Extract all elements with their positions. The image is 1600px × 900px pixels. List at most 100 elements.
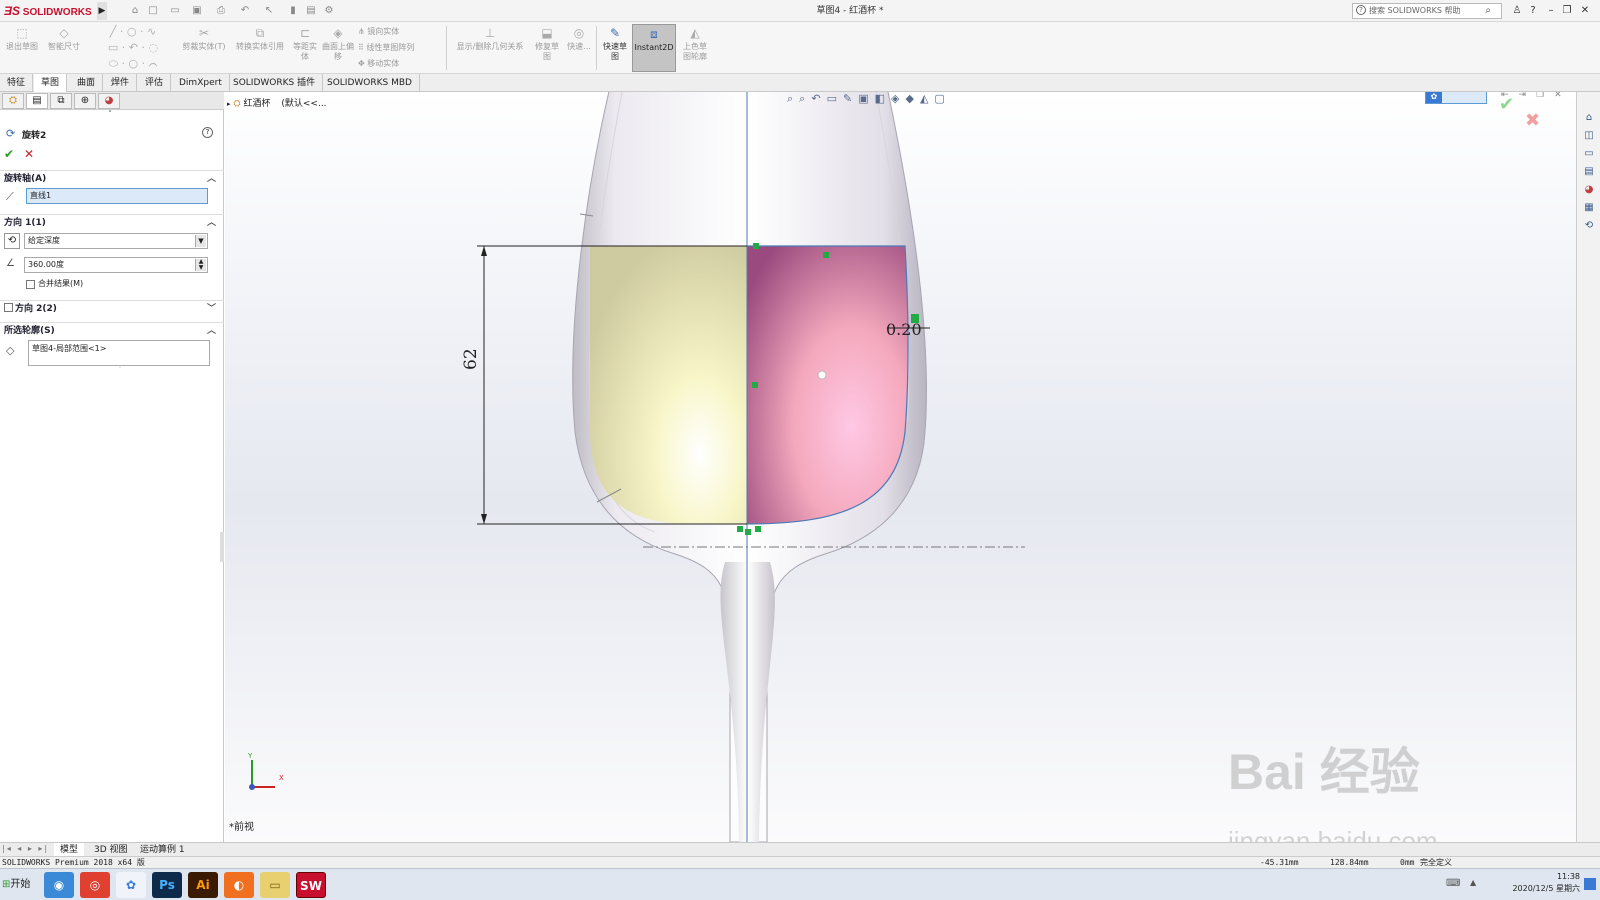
help-search-input[interactable]: ? 搜索 SOLIDWORKS 帮助 ⌕ <box>1352 3 1502 19</box>
apply-scene-icon[interactable]: ◭ <box>920 92 934 105</box>
display-relations-button[interactable]: ⊥ 显示/删除几何关系 <box>452 24 528 72</box>
direction2-section-header[interactable]: 方向 2(2) ﹀ <box>0 300 224 316</box>
home-icon[interactable]: ⌂ <box>128 4 142 17</box>
minimize-button[interactable]: – <box>1544 3 1558 18</box>
quick-snaps-button[interactable]: ◎ 快速... <box>566 24 592 72</box>
dynamic-annotation-icon[interactable]: ✎ <box>843 92 858 105</box>
previous-view-icon[interactable]: ↶ <box>811 92 826 105</box>
mirror-pattern-move-group[interactable]: ⋔ 镜向实体 ⠿ 线性草图阵列 ✥ 移动实体 <box>358 24 438 72</box>
tray-keyboard-icon[interactable]: ⌨ <box>1446 878 1460 889</box>
close-button[interactable]: ✕ <box>1578 3 1592 18</box>
view-orientation-icon[interactable]: ▣ <box>858 92 874 105</box>
restore-button[interactable]: ❐ <box>1560 3 1574 18</box>
rapid-sketch-button[interactable]: ✎ 快速草图 <box>600 24 630 72</box>
section-view-icon[interactable]: ▭ <box>827 92 843 105</box>
file-explorer-icon[interactable]: ▭ <box>260 872 290 898</box>
tab-scroll-arrows[interactable]: |◂ ◂ ▸ ▸| <box>2 844 49 853</box>
tab-features[interactable]: 特征 <box>0 74 34 92</box>
exit-sketch-button[interactable]: ⬚ 退出草图 <box>4 24 40 72</box>
chrome-app-icon[interactable]: ◎ <box>80 872 110 898</box>
selected-contours-list[interactable]: 草图4-局部范围<1> <box>28 340 210 366</box>
sketch-entities-group[interactable]: ╱ · ○ · ∿ ▭ · ↶ · ◌ ⬭ · ○ · ⌒ <box>88 24 178 72</box>
instant2d-button[interactable]: ⧈ Instant2D <box>632 24 676 72</box>
direction2-checkbox[interactable] <box>4 303 13 312</box>
spin-stepper-icon[interactable]: ▲ ▼ <box>195 259 206 271</box>
start-button[interactable]: ⊞开始 <box>2 873 38 897</box>
task-custom-properties-icon[interactable]: ▦ <box>1580 200 1598 216</box>
illustrator-app-icon[interactable]: Ai <box>188 872 218 898</box>
ok-check-icon[interactable]: ✔ <box>4 147 14 161</box>
select-icon[interactable]: ↖ <box>262 4 276 17</box>
tab-motion-study[interactable]: 运动算例 1 <box>134 843 191 857</box>
clock[interactable]: 11:38 2020/12/5 星期六 <box>1500 871 1580 895</box>
merge-result-checkbox[interactable] <box>26 280 35 289</box>
tab-sketch[interactable]: 草图 <box>34 74 68 92</box>
axis-section-header[interactable]: 旋转轴(A) ︿ <box>0 170 224 186</box>
task-forum-icon[interactable]: ⟲ <box>1580 218 1598 234</box>
options-gear-icon[interactable]: ⚙ <box>322 4 336 17</box>
property-manager-tab-icon[interactable]: ▤ <box>26 93 48 109</box>
mirror-entities-button[interactable]: ⋔ 镜向实体 <box>358 24 438 40</box>
angle-input[interactable]: 360.00度 ▲ ▼ <box>24 257 208 273</box>
task-appearances-icon[interactable]: ◕ <box>1580 182 1598 198</box>
save-icon[interactable]: ▣ <box>190 4 204 17</box>
tab-surfaces[interactable]: 曲面 <box>70 74 104 92</box>
sketch-point[interactable] <box>823 252 829 258</box>
panel-splitter-handle[interactable]: ˚ <box>108 110 112 119</box>
wine-left-half[interactable] <box>590 246 747 524</box>
tab-addins[interactable]: SOLIDWORKS 插件 <box>226 74 324 92</box>
zoom-area-icon[interactable]: ⌕ <box>799 92 811 105</box>
reverse-direction-icon[interactable]: ⟲ <box>4 233 20 249</box>
help-icon[interactable]: ? <box>202 127 213 138</box>
expand-arrow-icon[interactable]: ▸ <box>227 100 231 108</box>
task-resources-icon[interactable]: ◫ <box>1580 128 1598 144</box>
tab-weldments[interactable]: 焊件 <box>104 74 138 92</box>
linear-pattern-button[interactable]: ⠿ 线性草图阵列 <box>358 40 438 56</box>
confirm-cancel-icon[interactable]: ✖ <box>1525 110 1540 131</box>
list-resize-handle[interactable]: ˙ <box>118 366 122 375</box>
zoom-to-fit-icon[interactable]: ⌕ <box>787 92 799 105</box>
photoshop-app-icon[interactable]: Ps <box>152 872 182 898</box>
dimxpert-manager-tab-icon[interactable]: ⊕ <box>74 93 96 109</box>
model-canvas[interactable] <box>225 92 1576 842</box>
print-icon[interactable]: ⎙ <box>214 4 228 17</box>
solidworks-logo[interactable]: ƎS SOLIDWORKS <box>4 2 96 20</box>
tab-3d-views[interactable]: 3D 视图 <box>88 843 134 857</box>
smart-dimension-button[interactable]: ◇ 智能尺寸 <box>44 24 84 72</box>
cancel-x-icon[interactable]: ✕ <box>24 147 34 161</box>
display-manager-tab-icon[interactable]: ◕ <box>98 93 120 109</box>
task-design-library-icon[interactable]: ▭ <box>1580 146 1598 162</box>
firefox-app-icon[interactable]: ◐ <box>224 872 254 898</box>
open-icon[interactable]: ▭ <box>168 4 182 17</box>
move-entities-button[interactable]: ✥ 移动实体 <box>358 56 438 72</box>
trim-entities-button[interactable]: ✂ 剪裁实体(T) <box>182 24 226 72</box>
tab-evaluate[interactable]: 评估 <box>138 74 172 92</box>
graphics-area[interactable]: 62 0.20 X Y ▸ ⛭ 红酒杯 (默认<<... *前视 ⌕⌕↶▭✎▣◧… <box>225 92 1576 842</box>
configuration-manager-tab-icon[interactable]: ⧉ <box>50 93 72 109</box>
sketch-point[interactable] <box>737 526 743 532</box>
convert-entities-button[interactable]: ⧉ 转换实体引用 <box>232 24 288 72</box>
task-home-icon[interactable]: ⌂ <box>1580 110 1598 126</box>
display-style-icon[interactable]: ◧ <box>875 92 891 105</box>
arc-center-point[interactable] <box>817 370 827 380</box>
user-icon[interactable]: ♙ <box>1510 3 1524 18</box>
shaded-sketch-contours-button[interactable]: ◭ 上色草图轮廓 <box>680 24 710 72</box>
show-desktop-button[interactable] <box>1584 878 1596 890</box>
search-icon[interactable]: ⌕ <box>1485 4 1491 18</box>
panel-collapse-handle[interactable] <box>220 532 224 562</box>
rebuild-icon[interactable]: ▮ <box>286 4 300 17</box>
edit-appearance-icon[interactable]: ◆ <box>905 92 919 105</box>
tab-model[interactable]: 模型 <box>54 843 85 857</box>
browser-app-icon[interactable]: ◉ <box>44 872 74 898</box>
offset-on-surface-button[interactable]: ◈ 曲面上偏移 <box>322 24 354 72</box>
tray-arrow-icon[interactable]: ▲ <box>1470 878 1476 887</box>
feature-tree-root[interactable]: ▸ ⛭ 红酒杯 (默认<<... <box>227 96 327 109</box>
heads-up-view-toolbar[interactable]: ⌕⌕↶▭✎▣◧◈◆◭▢ <box>787 92 951 108</box>
baidu-netdisk-icon[interactable]: ✿ <box>116 872 146 898</box>
sketch-point[interactable] <box>752 382 758 388</box>
help-icon[interactable]: ? <box>1526 3 1540 18</box>
sketch-point[interactable] <box>755 526 761 532</box>
contours-section-header[interactable]: 所选轮廓(S) ︿ <box>0 322 224 338</box>
solidworks-app-icon[interactable]: SW <box>296 872 326 898</box>
undo-icon[interactable]: ↶ <box>238 4 252 17</box>
